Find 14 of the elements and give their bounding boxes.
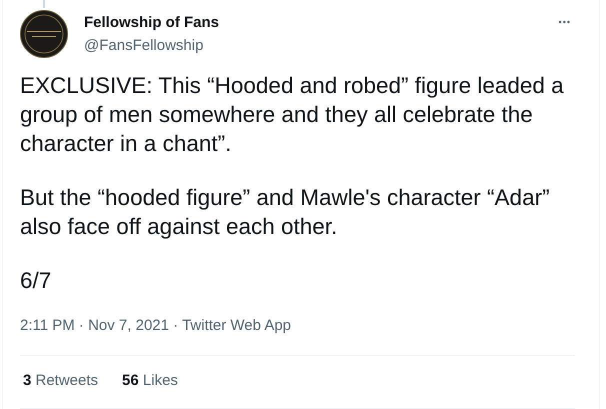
- source-link[interactable]: Twitter Web App: [182, 317, 292, 334]
- separator-dot: ·: [78, 317, 84, 334]
- tweet-time[interactable]: 2:11 PM: [20, 317, 75, 334]
- separator-dot: ·: [173, 317, 178, 334]
- tweet-text: EXCLUSIVE: This “Hooded and robed” figure leaded a group of men somewhere and they all celebrate the character in a chant”.: [20, 72, 565, 158]
- more-button[interactable]: •••: [554, 18, 575, 27]
- avatar-icon[interactable]: [20, 10, 68, 58]
- author-name[interactable]: Fellowship of Fans: [84, 13, 220, 32]
- stat-link[interactable]: 56 Likes: [122, 370, 178, 393]
- tweet-text: 6/7: [20, 267, 52, 295]
- stat-link[interactable]: 3 Retweets: [23, 370, 98, 393]
- author-handle[interactable]: @FansFellowship: [84, 36, 220, 55]
- tweet-date: Nov 7, 2021: [88, 317, 169, 334]
- tweet-text: But the “hooded figure” and Mawle's character “Adar” also face off against each other.: [20, 184, 551, 241]
